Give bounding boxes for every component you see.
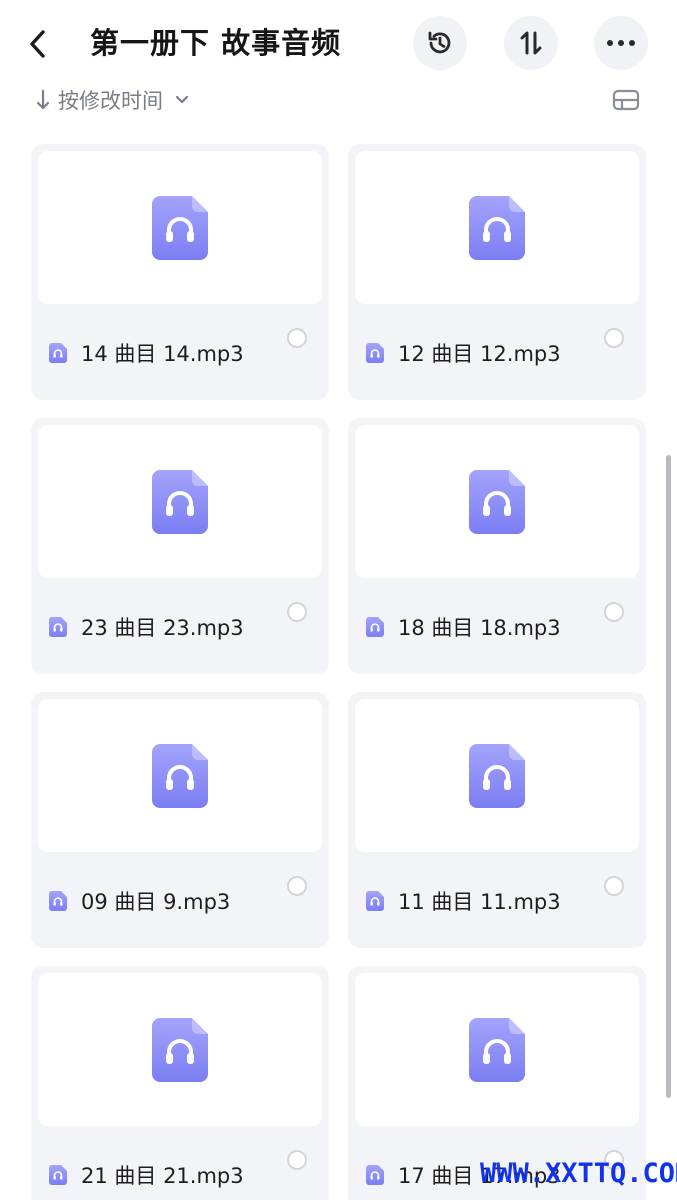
file-info: 23 曲目 23.mp3 [49, 611, 244, 643]
file-card[interactable]: 23 曲目 23.mp3 [31, 418, 329, 674]
scrollbar[interactable] [666, 455, 671, 1098]
file-card[interactable]: 18 曲目 18.mp3 [348, 418, 646, 674]
file-thumbnail [355, 151, 639, 304]
file-thumbnail [38, 973, 322, 1126]
audio-file-icon [469, 469, 525, 534]
chevron-left-icon [30, 30, 45, 58]
file-list-screen: 第一册下 故事音频 按修改时间 14 曲目 14.mp3 12 曲目 12.mp… [0, 0, 677, 1200]
sort-selector[interactable]: 按修改时间 [34, 84, 191, 116]
history-button[interactable] [413, 16, 467, 70]
file-card[interactable]: 21 曲目 21.mp3 [31, 966, 329, 1200]
audio-file-icon [152, 1017, 208, 1082]
watermark-text: WWW.XXTTQ.COM [480, 1158, 677, 1189]
file-thumbnail [355, 425, 639, 578]
more-dots-icon [607, 40, 635, 46]
history-icon [428, 31, 451, 54]
sort-button[interactable] [504, 16, 558, 70]
arrow-down-icon [36, 89, 50, 110]
file-card[interactable]: 11 曲目 11.mp3 [348, 692, 646, 948]
audio-file-icon [152, 469, 208, 534]
select-checkbox[interactable] [604, 328, 624, 348]
select-checkbox[interactable] [287, 602, 307, 622]
sort-label: 按修改时间 [58, 89, 163, 113]
file-name: 23 曲目 23.mp3 [81, 616, 244, 640]
file-name: 14 曲目 14.mp3 [81, 342, 244, 366]
back-button[interactable] [20, 24, 56, 64]
file-card[interactable]: 12 曲目 12.mp3 [348, 144, 646, 400]
file-info: 09 曲目 9.mp3 [49, 885, 230, 917]
file-info: 11 曲目 11.mp3 [366, 885, 561, 917]
audio-file-icon [152, 743, 208, 808]
audio-file-icon [469, 743, 525, 808]
audio-file-small-icon [366, 343, 384, 363]
file-name: 21 曲目 21.mp3 [81, 1164, 244, 1188]
audio-file-icon [469, 195, 525, 260]
file-thumbnail [38, 151, 322, 304]
sort-arrows-icon [520, 31, 542, 55]
file-card[interactable]: 14 曲目 14.mp3 [31, 144, 329, 400]
audio-file-icon [152, 195, 208, 260]
view-mode-toggle[interactable] [611, 86, 641, 114]
chevron-down-icon [175, 95, 189, 104]
file-info: 14 曲目 14.mp3 [49, 337, 244, 369]
file-info: 18 曲目 18.mp3 [366, 611, 561, 643]
select-checkbox[interactable] [287, 328, 307, 348]
file-name: 09 曲目 9.mp3 [81, 890, 231, 914]
select-checkbox[interactable] [604, 876, 624, 896]
file-info: 12 曲目 12.mp3 [366, 337, 561, 369]
file-name: 18 曲目 18.mp3 [398, 616, 561, 640]
file-name: 11 曲目 11.mp3 [398, 890, 561, 914]
list-view-icon [612, 89, 640, 111]
file-info: 21 曲目 21.mp3 [49, 1159, 244, 1191]
audio-file-small-icon [49, 343, 67, 363]
more-button[interactable] [594, 16, 648, 70]
page-title: 第一册下 故事音频 [90, 26, 342, 60]
file-thumbnail [355, 699, 639, 852]
audio-file-icon [469, 1017, 525, 1082]
select-checkbox[interactable] [287, 1150, 307, 1170]
audio-file-small-icon [49, 617, 67, 637]
file-name: 12 曲目 12.mp3 [398, 342, 561, 366]
audio-file-small-icon [366, 617, 384, 637]
file-thumbnail [38, 699, 322, 852]
file-card[interactable]: 09 曲目 9.mp3 [31, 692, 329, 948]
select-checkbox[interactable] [287, 876, 307, 896]
audio-file-small-icon [49, 1165, 67, 1185]
file-thumbnail [38, 425, 322, 578]
top-bar: 第一册下 故事音频 [0, 0, 677, 86]
select-checkbox[interactable] [604, 602, 624, 622]
audio-file-small-icon [49, 891, 67, 911]
file-thumbnail [355, 973, 639, 1126]
audio-file-small-icon [366, 1165, 384, 1185]
audio-file-small-icon [366, 891, 384, 911]
